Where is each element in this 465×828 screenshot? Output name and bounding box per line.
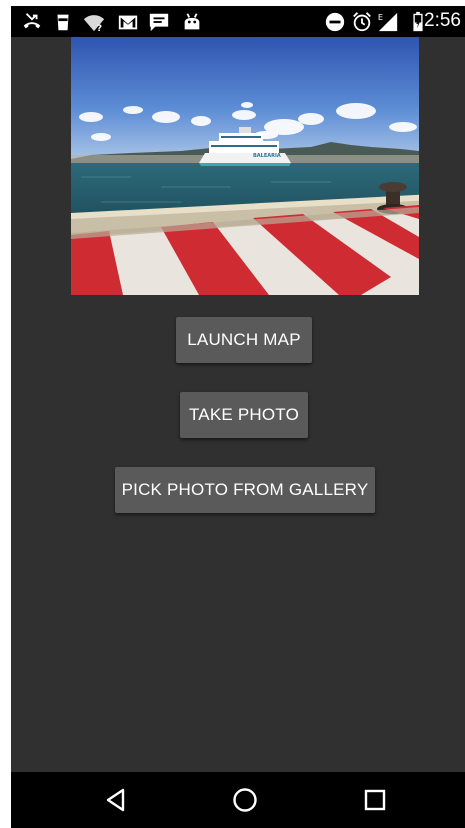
home-icon[interactable] <box>231 786 259 814</box>
gmail-icon <box>118 15 138 30</box>
status-bar: ? E 2:56 <box>11 6 465 37</box>
back-icon[interactable] <box>102 786 130 814</box>
launch-map-button[interactable]: LAUNCH MAP <box>176 317 312 363</box>
recents-icon[interactable] <box>361 786 389 814</box>
missed-call-icon <box>23 13 41 29</box>
chat-icon <box>149 13 169 32</box>
phone-screen: ? E 2:56 BALEARIA LAUNCH MAP TAKE PHOTO … <box>11 6 465 828</box>
photo-preview: BALEARIA <box>71 37 419 295</box>
main-content: BALEARIA LAUNCH MAP TAKE PHOTO PICK PHOT… <box>11 37 465 772</box>
wifi-question-icon: ? <box>83 15 105 33</box>
svg-text:E: E <box>378 12 383 22</box>
android-icon <box>184 13 200 30</box>
svg-text:BALEARIA: BALEARIA <box>253 153 281 159</box>
take-photo-button[interactable]: TAKE PHOTO <box>180 392 308 438</box>
signal-edge-icon: E <box>378 12 398 32</box>
cup-icon <box>57 14 69 31</box>
do-not-disturb-icon <box>325 12 345 32</box>
harbor-photo: BALEARIA <box>71 37 419 295</box>
alarm-icon <box>353 12 371 32</box>
pick-photo-from-gallery-button[interactable]: PICK PHOTO FROM GALLERY <box>115 467 375 513</box>
navigation-bar <box>11 772 465 828</box>
status-time: 2:56 <box>424 10 461 31</box>
svg-text:?: ? <box>97 23 102 33</box>
